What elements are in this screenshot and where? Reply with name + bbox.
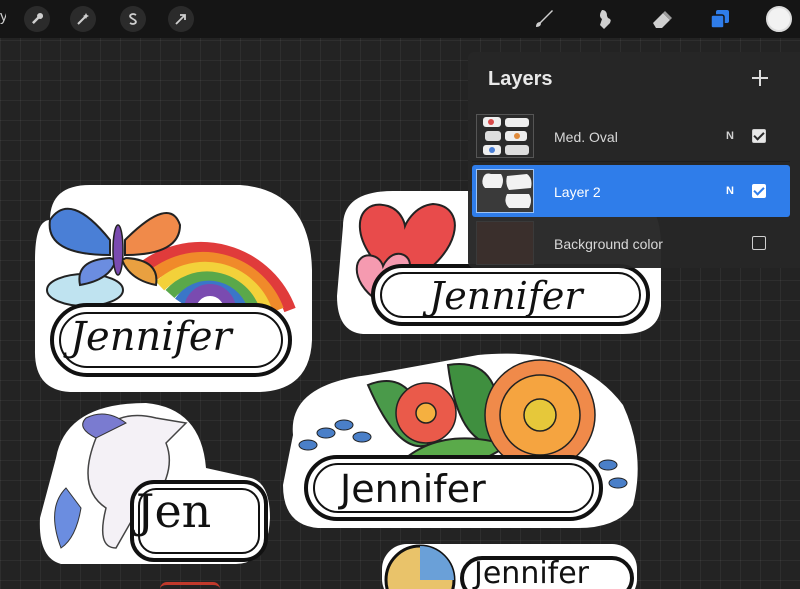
sticker-rainbow: Jennifer xyxy=(30,180,315,395)
layers-icon xyxy=(710,10,729,29)
adjustments-button[interactable] xyxy=(70,6,96,32)
layer-thumbnail xyxy=(476,114,534,158)
layer-visibility-checkbox[interactable] xyxy=(752,184,766,198)
layer-row-background-color[interactable]: Background color xyxy=(472,217,790,269)
arrow-cursor-icon xyxy=(175,14,186,25)
layers-panel: Layers Med. Oval N Layer 2 N Background … xyxy=(468,52,800,268)
layer-row-med-oval[interactable]: Med. Oval N xyxy=(472,110,790,162)
eraser-icon xyxy=(653,11,672,28)
sticker-flowers: Jennifer xyxy=(278,345,648,530)
layer-thumbnail xyxy=(476,169,534,213)
layer-row-layer-2[interactable]: Layer 2 N xyxy=(472,165,790,217)
blend-mode-button[interactable]: N xyxy=(726,185,734,197)
layer-name: Background color xyxy=(554,236,663,252)
sticker-globe: Jennifer xyxy=(382,540,637,589)
magic-wand-icon xyxy=(77,13,89,25)
gallery-button[interactable]: y xyxy=(0,8,6,25)
sticker-unicorn-name: Jen xyxy=(136,484,212,538)
sticker-partial-bottom xyxy=(160,582,220,589)
layer-name: Layer 2 xyxy=(554,184,601,200)
transform-button[interactable] xyxy=(168,6,194,32)
brush-tool-button[interactable] xyxy=(530,5,558,33)
sticker-flowers-name: Jennifer xyxy=(340,467,486,511)
smudge-icon xyxy=(600,10,611,29)
layer-visibility-checkbox[interactable] xyxy=(752,129,766,143)
sticker-hearts-name: Jennifer xyxy=(429,274,583,318)
layers-tool-button[interactable] xyxy=(706,5,734,33)
color-picker-button[interactable] xyxy=(766,6,792,32)
smudge-tool-button[interactable] xyxy=(590,5,618,33)
plus-icon[interactable] xyxy=(748,66,772,90)
eraser-tool-button[interactable] xyxy=(648,5,676,33)
selection-s-icon xyxy=(129,13,137,25)
sticker-rainbow-name: Jennifer xyxy=(70,314,232,360)
sticker-globe-name: Jennifer xyxy=(474,556,590,589)
actions-button[interactable] xyxy=(24,6,50,32)
unicorn-art xyxy=(39,403,271,564)
layer-visibility-checkbox[interactable] xyxy=(752,236,766,250)
layers-panel-title: Layers xyxy=(488,68,553,90)
selection-button[interactable] xyxy=(120,6,146,32)
layer-thumbnail xyxy=(476,221,534,265)
sticker-unicorn: Jen xyxy=(36,398,272,568)
layer-name: Med. Oval xyxy=(554,129,618,145)
wrench-icon xyxy=(32,12,44,24)
top-toolbar: y xyxy=(0,0,800,38)
rainbow-butterfly-art xyxy=(34,185,313,392)
brush-icon xyxy=(536,10,553,27)
blend-mode-button[interactable]: N xyxy=(726,130,734,142)
